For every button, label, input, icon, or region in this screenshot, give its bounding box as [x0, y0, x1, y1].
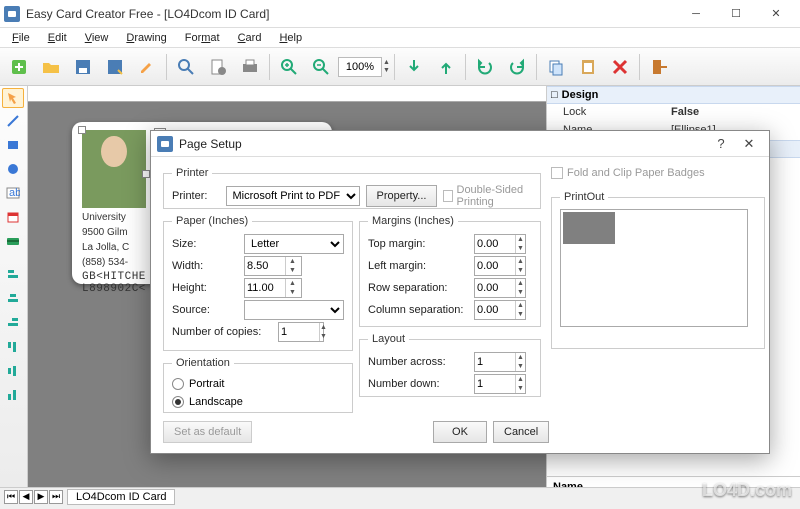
line-tool-icon[interactable]: [2, 110, 24, 132]
minimize-button[interactable]: ─: [676, 1, 716, 27]
status-tab[interactable]: LO4Dcom ID Card: [67, 489, 175, 505]
prop-lock-val[interactable]: False: [667, 104, 800, 122]
paper-size-select[interactable]: Letter: [244, 234, 344, 254]
dialog-title: Page Setup: [179, 137, 707, 151]
group-printer: Printer Printer: Microsoft Print to PDF …: [163, 167, 541, 209]
prop-lock-key: Lock: [547, 104, 667, 122]
window-title: Easy Card Creator Free - [LO4Dcom ID Car…: [26, 7, 676, 21]
text-tool-icon[interactable]: ab: [2, 182, 24, 204]
ruler-horizontal: [28, 86, 546, 102]
maximize-button[interactable]: ☐: [716, 1, 756, 27]
dialog-close-button[interactable]: ✕: [735, 136, 763, 152]
left-margin-input[interactable]: ▲▼: [474, 256, 526, 276]
close-button[interactable]: ✕: [756, 1, 796, 27]
page-setup-icon[interactable]: [203, 52, 233, 82]
row-sep-input[interactable]: ▲▼: [474, 278, 526, 298]
set-default-button: Set as default: [163, 421, 252, 443]
nav-next-icon[interactable]: ▶: [34, 490, 48, 504]
preview-icon[interactable]: [171, 52, 201, 82]
col-sep-input[interactable]: ▲▼: [474, 300, 526, 320]
left-toolbox: ab: [0, 86, 28, 487]
statusbar: ⏮ ◀ ▶ ⏭ LO4Dcom ID Card: [0, 487, 800, 505]
align-center-icon[interactable]: [2, 288, 24, 310]
paste-icon[interactable]: [573, 52, 603, 82]
app-icon: [4, 6, 20, 22]
align-right-icon[interactable]: [2, 312, 24, 334]
ellipse-tool-icon[interactable]: [2, 158, 24, 180]
delete-icon[interactable]: [605, 52, 635, 82]
zoom-in-icon[interactable]: [274, 52, 304, 82]
svg-text:ab: ab: [9, 187, 20, 199]
group-printout: PrintOut: [551, 191, 765, 349]
section-design[interactable]: □Design: [547, 86, 800, 104]
group-orientation: Orientation Portrait Landscape: [163, 357, 353, 413]
import-icon[interactable]: [399, 52, 429, 82]
landscape-radio[interactable]: Landscape: [172, 393, 344, 411]
menu-card[interactable]: Card: [230, 30, 270, 46]
printout-preview: [560, 209, 748, 327]
new-icon[interactable]: [4, 52, 34, 82]
main-toolbar: ▲▼: [0, 48, 800, 86]
export-icon[interactable]: [431, 52, 461, 82]
group-margins: Margins (Inches) Top margin:▲▼ Left marg…: [359, 215, 541, 327]
titlebar: Easy Card Creator Free - [LO4Dcom ID Car…: [0, 0, 800, 28]
cancel-button[interactable]: Cancel: [493, 421, 549, 443]
double-sided-checkbox: Double-Sided Printing: [443, 184, 532, 208]
zoom-input[interactable]: [338, 57, 382, 77]
save-icon[interactable]: [68, 52, 98, 82]
align-bottom-icon[interactable]: [2, 384, 24, 406]
printer-label: Printer:: [172, 190, 220, 202]
printer-select[interactable]: Microsoft Print to PDF: [226, 186, 360, 206]
zoom-out-icon[interactable]: [306, 52, 336, 82]
align-top-icon[interactable]: [2, 336, 24, 358]
card-tool-icon[interactable]: [2, 230, 24, 252]
redo-icon[interactable]: [502, 52, 532, 82]
dialog-icon: [157, 136, 173, 152]
photo-placeholder[interactable]: [82, 130, 146, 208]
edit-icon[interactable]: [132, 52, 162, 82]
menu-format[interactable]: Format: [177, 30, 228, 46]
fold-clip-checkbox: Fold and Clip Paper Badges: [551, 167, 705, 179]
calendar-tool-icon[interactable]: [2, 206, 24, 228]
paper-width-input[interactable]: ▲▼: [244, 256, 302, 276]
align-middle-icon[interactable]: [2, 360, 24, 382]
saveas-icon[interactable]: [100, 52, 130, 82]
pointer-tool-icon[interactable]: [2, 88, 24, 108]
menu-file[interactable]: File: [4, 30, 38, 46]
dialog-titlebar[interactable]: Page Setup ? ✕: [151, 131, 769, 157]
property-button[interactable]: Property...: [366, 185, 438, 207]
rect-tool-icon[interactable]: [2, 134, 24, 156]
number-across-input[interactable]: ▲▼: [474, 352, 526, 372]
group-layout: Layout Number across:▲▼ Number down:▲▼: [359, 333, 541, 397]
number-down-input[interactable]: ▲▼: [474, 374, 526, 394]
nav-last-icon[interactable]: ⏭: [49, 490, 63, 504]
menubar: File Edit View Drawing Format Card Help: [0, 28, 800, 48]
copy-icon[interactable]: [541, 52, 571, 82]
group-paper: Paper (Inches) Size:Letter Width:▲▼ Heig…: [163, 215, 353, 351]
paper-source-select[interactable]: [244, 300, 344, 320]
menu-drawing[interactable]: Drawing: [118, 30, 174, 46]
menu-view[interactable]: View: [77, 30, 117, 46]
nav-prev-icon[interactable]: ◀: [19, 490, 33, 504]
nav-first-icon[interactable]: ⏮: [4, 490, 18, 504]
menu-edit[interactable]: Edit: [40, 30, 75, 46]
portrait-radio[interactable]: Portrait: [172, 375, 344, 393]
dialog-help-button[interactable]: ?: [707, 136, 735, 151]
ok-button[interactable]: OK: [433, 421, 487, 443]
page-setup-dialog: Page Setup ? ✕ Printer Printer: Microsof…: [150, 130, 770, 454]
open-icon[interactable]: [36, 52, 66, 82]
print-icon[interactable]: [235, 52, 265, 82]
menu-help[interactable]: Help: [271, 30, 310, 46]
exit-icon[interactable]: [644, 52, 674, 82]
top-margin-input[interactable]: ▲▼: [474, 234, 526, 254]
paper-height-input[interactable]: ▲▼: [244, 278, 302, 298]
copies-input[interactable]: ▲▼: [278, 322, 324, 342]
align-left-icon[interactable]: [2, 264, 24, 286]
undo-icon[interactable]: [470, 52, 500, 82]
